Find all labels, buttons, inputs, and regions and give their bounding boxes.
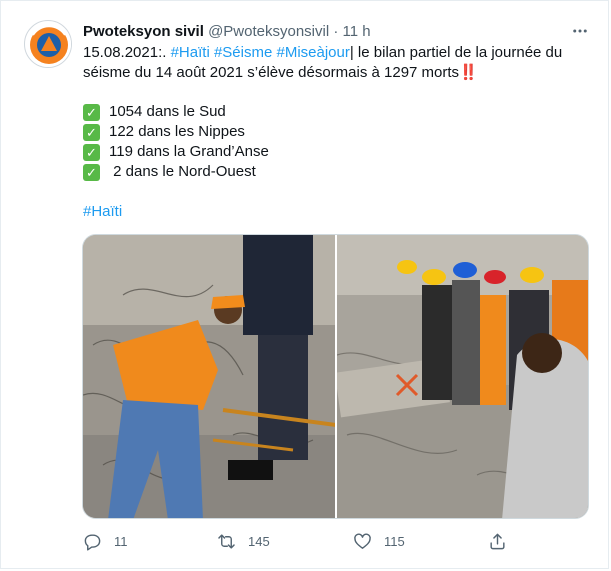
check-mark-icon: ✓ (83, 163, 100, 181)
hashtag-miseajour[interactable]: #Miseàjour (276, 44, 349, 61)
hashtag-seisme[interactable]: #Séisme (214, 44, 272, 61)
retweet-count: 145 (248, 533, 270, 549)
avatar[interactable] (24, 20, 72, 68)
more-icon (573, 29, 587, 33)
user-handle[interactable]: @Pwoteksyonsivil (208, 23, 329, 40)
list-item-text: 122 dans les Nippes (109, 123, 245, 140)
separator-dot: · (333, 23, 339, 40)
closing-hashtag-line: #Haïti (83, 202, 122, 222)
photo-rescuer-orange-shirt[interactable] (83, 235, 335, 518)
photo-rescue-team-helmets[interactable] (336, 235, 588, 518)
list-item: ✓ 119 dans la Grand’Anse (83, 142, 269, 162)
tweet-header: Pwoteksyon sivil @Pwoteksyonsivil · 11 h (83, 22, 371, 42)
reply-button[interactable]: 11 (83, 529, 128, 553)
share-button[interactable] (488, 529, 507, 553)
tweet-text: 15.08.2021:. #Haïti #Séisme #Miseàjour| … (83, 43, 593, 83)
list-item: ✓ 1054 dans le Sud (83, 102, 269, 122)
hashtag-haiti[interactable]: #Haïti (171, 44, 210, 61)
double-exclamation-emoji: ‼️ (459, 64, 478, 81)
list-item-text: 2 dans le Nord-Ouest (109, 163, 256, 180)
list-item-text: 1054 dans le Sud (109, 103, 226, 120)
civil-protection-logo-icon (26, 22, 71, 67)
rescue-photo-left (83, 235, 335, 518)
death-toll-list: ✓ 1054 dans le Sud ✓ 122 dans les Nippes… (83, 102, 269, 182)
like-button[interactable]: 115 (353, 529, 405, 553)
media-grid (82, 234, 589, 519)
tweet-actions: 11 145 115 (83, 529, 593, 553)
share-icon (490, 533, 505, 549)
tweet-card[interactable]: Pwoteksyon sivil @Pwoteksyonsivil · 11 h… (0, 0, 609, 569)
list-item-text: 119 dans la Grand’Anse (109, 143, 269, 160)
like-count: 115 (384, 533, 405, 549)
hashtag-haiti-closing[interactable]: #Haïti (83, 203, 122, 220)
check-mark-icon: ✓ (83, 143, 100, 161)
list-item: ✓ 122 dans les Nippes (83, 122, 269, 142)
more-options-button[interactable] (569, 21, 591, 41)
check-mark-icon: ✓ (83, 103, 100, 121)
check-mark-icon: ✓ (83, 123, 100, 141)
date-prefix: 15.08.2021:. (83, 44, 167, 61)
display-name[interactable]: Pwoteksyon sivil (83, 23, 204, 40)
list-item: ✓ 2 dans le Nord-Ouest (83, 162, 269, 182)
timestamp[interactable]: 11 h (343, 23, 371, 40)
like-icon (354, 533, 371, 549)
reply-icon (84, 533, 101, 551)
retweet-button[interactable]: 145 (217, 529, 270, 553)
retweet-icon (218, 533, 235, 549)
reply-count: 11 (114, 533, 128, 549)
rescue-photo-right (336, 235, 588, 518)
